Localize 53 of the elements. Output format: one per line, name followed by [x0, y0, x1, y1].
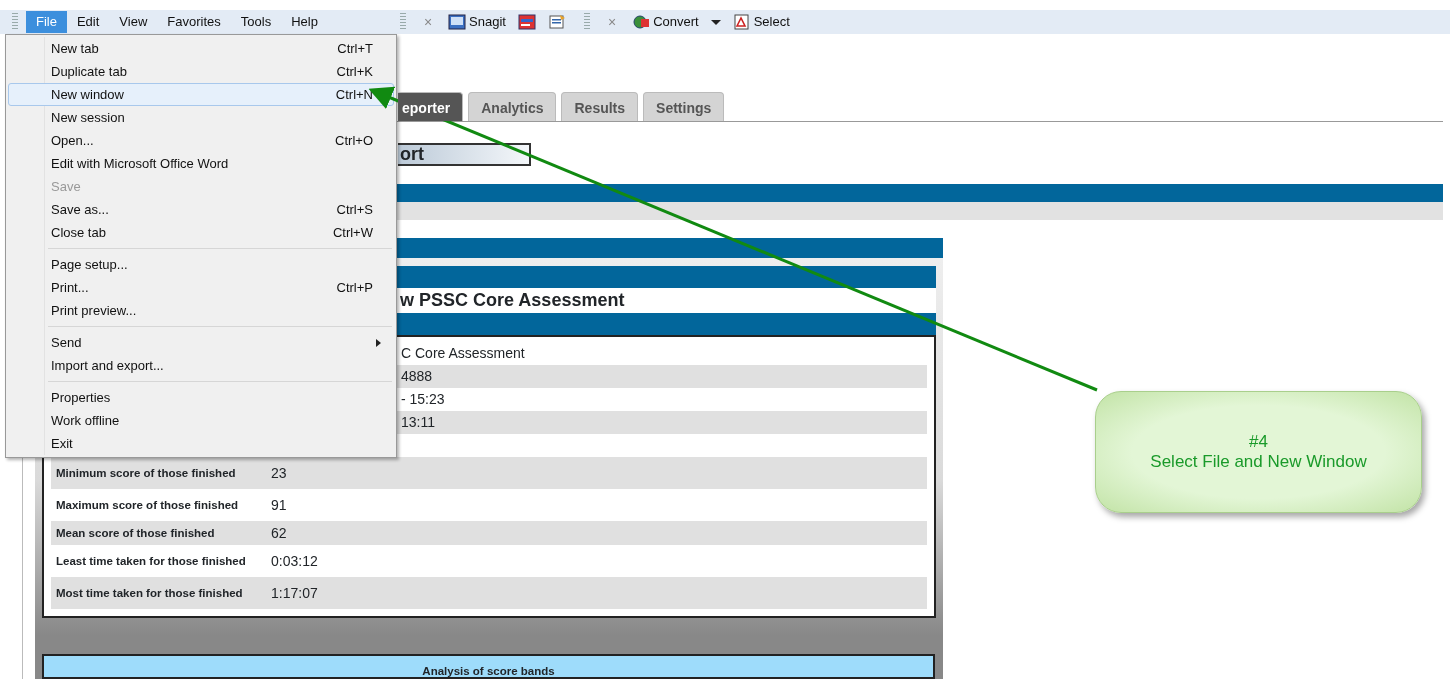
menu-item[interactable]: Help [281, 11, 328, 33]
row-value: - 15:23 [400, 390, 445, 409]
assessment-heading: w PSSC Core Assessment [400, 289, 625, 312]
menu-item[interactable]: Properties [8, 386, 394, 409]
dropdown-caret-icon[interactable] [710, 19, 721, 25]
menu-item[interactable]: Favorites [157, 11, 231, 33]
menu-item[interactable]: View [109, 11, 158, 33]
document-icon [732, 14, 751, 30]
menu-item[interactable]: Open... Ctrl+O [8, 129, 394, 152]
toolbar-button[interactable]: Select [732, 12, 790, 32]
menu-item[interactable]: Close tab Ctrl+W [8, 221, 394, 244]
menu-item[interactable]: New session [8, 106, 394, 129]
report-title: ort [398, 143, 531, 166]
menu-item[interactable]: Exit [8, 432, 394, 455]
row-value: 1:17:07 [271, 583, 318, 603]
menu-item[interactable]: Send [8, 331, 394, 354]
instruction-text: Select File and New Window [1150, 452, 1367, 472]
menu-item[interactable]: Edit with Microsoft Office Word [8, 152, 394, 175]
screen-icon [448, 14, 467, 30]
row-value: 62 [271, 523, 287, 543]
menu-item[interactable]: Print preview... [8, 299, 394, 322]
toolbar-button[interactable]: Snagit [448, 12, 506, 32]
row-label: Least time taken for those finished [55, 554, 247, 568]
row-value: C Core Assessment [400, 344, 525, 363]
tab[interactable]: eporter [398, 92, 464, 121]
row-value: 91 [271, 495, 287, 515]
row-value: 23 [271, 463, 287, 483]
submenu-arrow-icon [376, 338, 381, 347]
menu-item[interactable]: Page setup... [8, 253, 394, 276]
tab[interactable]: Analytics [468, 92, 557, 121]
row-value: 0:03:12 [271, 551, 318, 571]
tab[interactable]: Settings [643, 92, 725, 121]
row-label: Most time taken for those finished [55, 586, 244, 600]
score-bands-header: Analysis of score bands [42, 654, 935, 679]
row-value: 4888 [400, 367, 433, 386]
toolbar-button[interactable]: Convert [632, 12, 699, 32]
menu-item[interactable]: Import and export... [8, 354, 394, 377]
menu-item[interactable]: Print... Ctrl+P [8, 276, 394, 299]
row-label: Maximum score of those finished [55, 498, 240, 512]
window-icon[interactable] [517, 14, 536, 30]
menu-item[interactable]: Work offline [8, 409, 394, 432]
document-icon[interactable] [547, 14, 566, 30]
menu-item[interactable]: New window Ctrl+N [8, 83, 394, 106]
row-label: Mean score of those finished [55, 526, 216, 540]
row-value: 13:11 [400, 413, 435, 432]
menu-item[interactable]: Edit [66, 11, 110, 33]
menu-item[interactable]: Tools [230, 11, 282, 33]
row-label: Minimum score of those finished [55, 466, 237, 480]
tab[interactable]: Results [561, 92, 639, 121]
menu-item[interactable]: New tab Ctrl+T [8, 37, 394, 60]
menu-item[interactable]: Duplicate tab Ctrl+K [8, 60, 394, 83]
menu-item[interactable]: Save as... Ctrl+S [8, 198, 394, 221]
step-number: #4 [1249, 432, 1268, 452]
